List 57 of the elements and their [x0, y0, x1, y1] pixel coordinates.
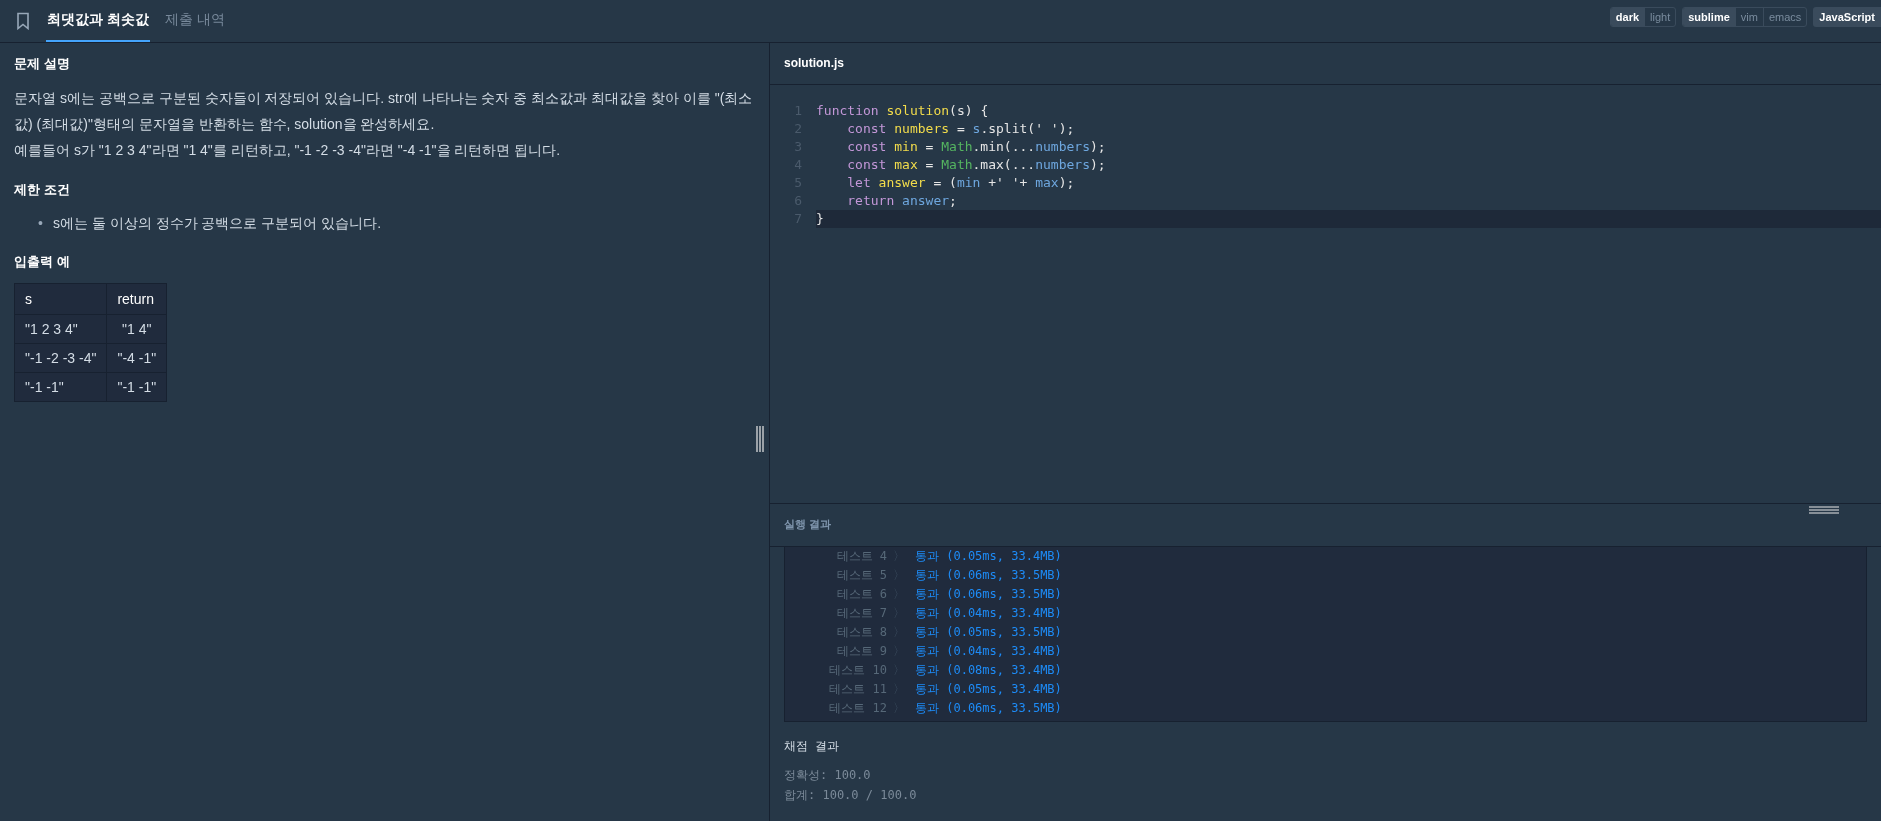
file-name: solution.js: [784, 56, 844, 71]
table-cell: "1 4": [106, 314, 167, 344]
test-result: 통과 (0.06ms, 33.5MB): [915, 566, 1062, 584]
test-result: 통과 (0.04ms, 33.4MB): [915, 604, 1062, 622]
table-cell: "-1 -2 -3 -4": [14, 343, 107, 373]
section-heading: 문제 설명: [14, 55, 71, 73]
test-result: 통과 (0.05ms, 33.4MB): [915, 680, 1062, 698]
test-label: 테스트 10: [828, 661, 887, 679]
language-dropdown[interactable]: JavaScript: [1813, 7, 1881, 27]
section-heading: 제한 조건: [14, 181, 71, 199]
grading-line: 정확성: 100.0: [784, 767, 872, 784]
table-header: return: [106, 283, 167, 315]
chevron-icon: 〉: [887, 622, 915, 642]
keymap-toggle[interactable]: vim: [1734, 8, 1763, 26]
chevron-icon: 〉: [887, 546, 915, 566]
test-label: 테스트 6: [835, 585, 887, 603]
grading-line: 합계: 100.0 / 100.0: [784, 787, 918, 804]
chevron-icon: 〉: [887, 698, 915, 718]
paragraph: 예를들어 s가 "1 2 3 4"라면 "1 4"를 리턴하고, "-1 -2 -3 -4"라면 "-4 -1"을 리턴하면 됩니다.: [14, 141, 562, 160]
section-heading: 입출력 예: [14, 253, 71, 271]
resize-handle[interactable]: [1809, 506, 1839, 514]
test-label: 테스트 9: [835, 642, 887, 660]
test-result: 통과 (0.06ms, 33.5MB): [915, 699, 1062, 717]
test-label: 테스트 12: [828, 699, 887, 717]
table-header: s: [14, 283, 107, 315]
resize-handle[interactable]: [756, 426, 764, 452]
chevron-icon: 〉: [887, 565, 915, 585]
paragraph: 문자열 s에는 공백으로 구분된 숫자들이 저장되어 있습니다. str에 나타나는 숫자 중 최소값과 최대값을 찾아 이를 "(최소값) (최대값)"형태의 문자열을 반환하는 함수, solution을 완성하세요.: [14, 89, 754, 134]
theme-toggle[interactable]: dark: [1610, 8, 1645, 26]
bullet-marker: •: [38, 214, 43, 233]
test-label: 테스트 5: [835, 566, 887, 584]
grading-title: 채점 결과: [784, 738, 841, 755]
chevron-icon: 〉: [887, 660, 915, 680]
theme-toggle[interactable]: light: [1644, 8, 1676, 26]
bullet-item: s에는 둘 이상의 정수가 공백으로 구분되어 있습니다.: [52, 214, 382, 233]
bookmark-icon: [16, 12, 30, 30]
table-cell: "-1 -1": [106, 372, 167, 402]
test-result: 통과 (0.05ms, 33.4MB): [915, 547, 1062, 565]
test-result: 통과 (0.04ms, 33.4MB): [915, 642, 1062, 660]
chevron-icon: 〉: [887, 603, 915, 623]
test-label: 테스트 11: [828, 680, 887, 698]
table-cell: "-1 -1": [14, 372, 107, 402]
test-label: 테스트 7: [835, 604, 887, 622]
keymap-toggle[interactable]: emacs: [1762, 8, 1807, 26]
test-result: 통과 (0.08ms, 33.4MB): [915, 661, 1062, 679]
test-result: 통과 (0.06ms, 33.5MB): [915, 585, 1062, 603]
test-label: 테스트 4: [835, 547, 887, 565]
chevron-icon: 〉: [887, 679, 915, 699]
test-result: 통과 (0.05ms, 33.5MB): [915, 623, 1062, 641]
chevron-icon: 〉: [887, 584, 915, 604]
keymap-toggle[interactable]: sublime: [1683, 8, 1735, 26]
tab[interactable]: 최댓값과 최솟값: [46, 0, 150, 42]
panel-title: 실행 결과: [784, 517, 832, 533]
table-cell: "-4 -1": [106, 343, 167, 373]
test-label: 테스트 8: [835, 623, 887, 641]
chevron-icon: 〉: [887, 641, 915, 661]
table-cell: "1 2 3 4": [14, 314, 107, 344]
